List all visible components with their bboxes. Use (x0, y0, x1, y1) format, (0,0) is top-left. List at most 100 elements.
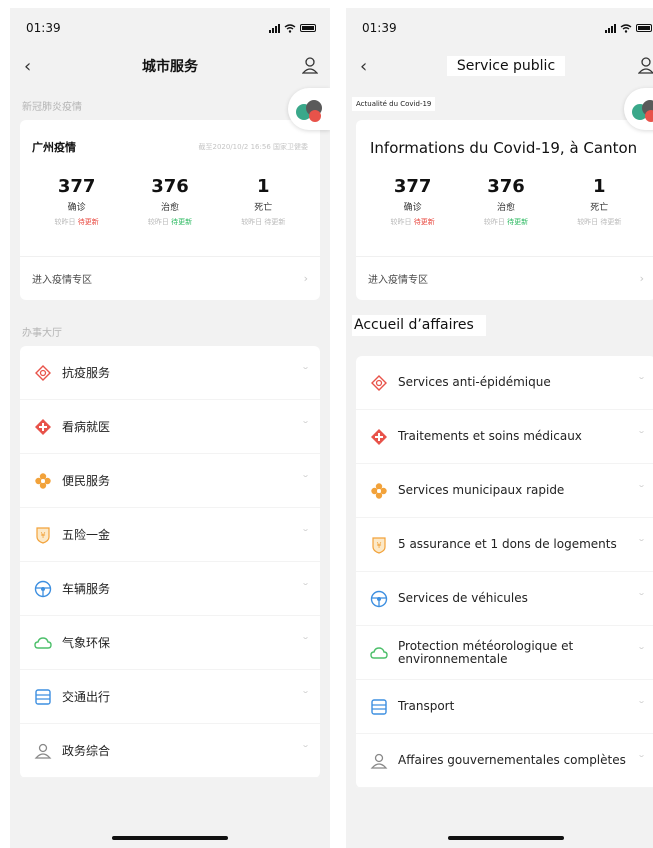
stat-confirmed: 377 确诊 较昨日 待更新 (390, 176, 435, 226)
service-item-transport[interactable]: Transport ˇ (356, 680, 653, 734)
service-item-government[interactable]: Affaires gouvernementales complètes ˇ (356, 734, 653, 788)
antiepidemic-icon (35, 364, 51, 381)
vehicle-icon (370, 590, 388, 607)
covid-zone-link[interactable]: 进入疫情专区 › (20, 256, 320, 300)
covid-date: 截至2020/10/2 16:56 国家卫健委 (198, 143, 308, 151)
vehicle-icon (34, 580, 52, 597)
stat-cured: 376 治愈 较昨日 待更新 (147, 176, 193, 226)
covid-stats: 377 确诊 较昨日 待更新 376 治愈 较昨日 待更新 1 死亡 较昨日 待… (20, 160, 320, 256)
covid-zone-link[interactable]: 进入疫情专区 › (356, 256, 653, 300)
stat-deaths: 1 死亡 较昨日 待更新 (577, 176, 622, 226)
service-hall-label: 办事大厅 (22, 328, 62, 339)
service-item-antiepidemic[interactable]: 抗疫服务 ˇ (20, 346, 320, 400)
phone-screen-chinese: 01:39 ‹ 城市服务 新冠肺炎疫情 广州疫情 截至2020/10/2 16:… (10, 8, 330, 848)
medical-icon (371, 428, 387, 445)
chevron-down-icon: ˇ (301, 529, 310, 540)
insurance-icon: ¥ (372, 536, 386, 554)
chevron-down-icon: ˇ (301, 745, 310, 756)
service-list: 抗疫服务 ˇ 看病就医 ˇ 便民服务 ˇ ¥ 五险一金 ˇ 车辆服务 ˇ 气象环… (20, 346, 320, 778)
user-icon[interactable] (302, 56, 318, 74)
stat-confirmed: 377 确诊 较昨日 待更新 (54, 176, 99, 226)
assistant-bubbles-icon (632, 100, 653, 122)
wifi-icon (620, 23, 632, 33)
battery-icon (636, 24, 652, 32)
service-list: Services anti-épidémique ˇ Traitements e… (356, 356, 653, 788)
chevron-down-icon: ˇ (637, 431, 646, 442)
service-item-weather[interactable]: 气象环保 ˇ (20, 616, 320, 670)
transport-icon (35, 688, 51, 705)
battery-icon (300, 24, 316, 32)
convenience-icon (371, 482, 387, 499)
service-item-antiepidemic[interactable]: Services anti-épidémique ˇ (356, 356, 653, 410)
insurance-icon: ¥ (36, 526, 50, 544)
government-icon (370, 753, 388, 769)
chevron-down-icon: ˇ (637, 377, 646, 388)
chevron-down-icon: ˇ (301, 583, 310, 594)
stat-deaths: 1 死亡 较昨日 待更新 (241, 176, 286, 226)
floating-assistant-button[interactable] (624, 88, 653, 130)
chevron-down-icon: ˇ (301, 421, 310, 432)
covid-card: 广州疫情 截至2020/10/2 16:56 国家卫健委 377 确诊 较昨日 … (20, 120, 320, 300)
chevron-down-icon: ˇ (637, 701, 646, 712)
covid-title: 广州疫情 (32, 141, 76, 154)
covid-section-label: 新冠肺炎疫情 (22, 102, 82, 113)
chevron-down-icon: ˇ (637, 593, 646, 604)
status-time: 01:39 (362, 21, 397, 35)
chevron-down-icon: ˇ (301, 367, 310, 378)
antiepidemic-icon (371, 374, 387, 391)
service-item-insurance[interactable]: ¥ 五险一金 ˇ (20, 508, 320, 562)
navigation-bar: ‹ Service public (346, 48, 653, 84)
chevron-down-icon: ˇ (637, 485, 646, 496)
service-item-government[interactable]: 政务综合 ˇ (20, 724, 320, 778)
service-hall-label-row: Accueil d’affaires (346, 300, 653, 356)
service-item-convenience[interactable]: Services municipaux rapide ˇ (356, 464, 653, 518)
status-time: 01:39 (26, 21, 61, 35)
covid-section-label: Actualité du Covid-19 (346, 84, 653, 120)
chevron-down-icon: ˇ (637, 755, 646, 766)
service-item-weather[interactable]: Protection météorologique et environneme… (356, 626, 653, 680)
chevron-down-icon: ˇ (301, 475, 310, 486)
chevron-down-icon: ˇ (301, 691, 310, 702)
page-title: 城市服务 (142, 59, 198, 75)
chevron-right-icon: › (639, 272, 644, 285)
status-bar: 01:39 (10, 8, 330, 48)
stat-cured: 376 治愈 较昨日 待更新 (483, 176, 529, 226)
chevron-down-icon: ˇ (637, 647, 646, 658)
covid-card: Informations du Covid-19, à Canton 377 确… (356, 120, 653, 300)
chevron-right-icon: › (303, 272, 308, 285)
user-icon[interactable] (638, 56, 653, 74)
chevron-down-icon: ˇ (637, 539, 646, 550)
medical-icon (35, 418, 51, 435)
status-bar: 01:39 (346, 8, 653, 48)
back-icon[interactable]: ‹ (24, 56, 31, 77)
service-hall-label: Accueil d’affaires (352, 315, 486, 336)
back-icon[interactable]: ‹ (360, 56, 367, 77)
service-item-insurance[interactable]: ¥ 5 assurance et 1 dons de logements ˇ (356, 518, 653, 572)
floating-assistant-button[interactable] (288, 88, 330, 130)
service-item-convenience[interactable]: 便民服务 ˇ (20, 454, 320, 508)
service-item-vehicle[interactable]: 车辆服务 ˇ (20, 562, 320, 616)
signal-icon (605, 23, 616, 33)
government-icon (34, 743, 52, 759)
service-item-medical[interactable]: 看病就医 ˇ (20, 400, 320, 454)
transport-icon (371, 698, 387, 715)
home-indicator[interactable] (112, 836, 228, 840)
covid-stats: 377 确诊 较昨日 待更新 376 治愈 较昨日 待更新 1 死亡 较昨日 待… (356, 160, 653, 256)
page-title: Service public (446, 56, 566, 76)
service-item-vehicle[interactable]: Services de véhicules ˇ (356, 572, 653, 626)
service-item-medical[interactable]: Traitements et soins médicaux ˇ (356, 410, 653, 464)
weather-icon (370, 646, 388, 659)
phone-screen-french: 01:39 ‹ Service public Actualité du Covi… (346, 8, 653, 848)
weather-icon (34, 636, 52, 649)
assistant-bubbles-icon (296, 100, 322, 122)
svg-text:¥: ¥ (40, 531, 45, 540)
chevron-down-icon: ˇ (301, 637, 310, 648)
svg-text:¥: ¥ (376, 541, 381, 550)
signal-icon (269, 23, 280, 33)
service-item-transport[interactable]: 交通出行 ˇ (20, 670, 320, 724)
covid-title: Informations du Covid-19, à Canton (368, 137, 638, 157)
home-indicator[interactable] (448, 836, 564, 840)
wifi-icon (284, 23, 296, 33)
navigation-bar: ‹ 城市服务 (10, 48, 330, 84)
convenience-icon (35, 472, 51, 489)
